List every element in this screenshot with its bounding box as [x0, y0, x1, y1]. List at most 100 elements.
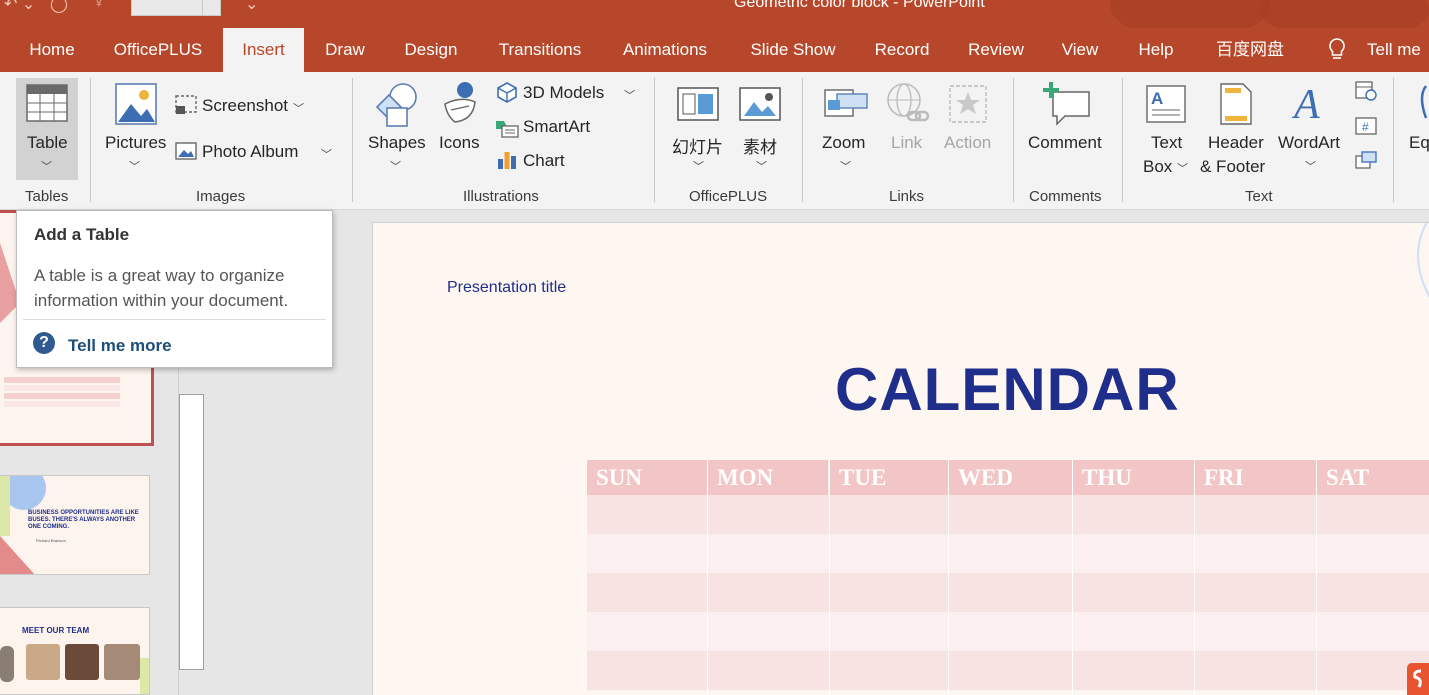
day-header-sun[interactable]: SUN [587, 460, 707, 495]
pictures-button[interactable]: Pictures [105, 133, 166, 153]
tab-home[interactable]: Home [16, 28, 88, 72]
chevron-down-icon: ﹀ [624, 90, 635, 102]
lightbulb-icon[interactable] [1326, 37, 1348, 63]
svg-text:A: A [1292, 82, 1320, 124]
wordart-button[interactable]: WordArt [1278, 133, 1340, 153]
group-label-officeplus: OfficePLUS [689, 188, 768, 205]
customize-qat-icon[interactable]: ⌄ [245, 0, 258, 14]
avatar [0, 646, 14, 682]
table-label: Table [27, 133, 68, 152]
calendar-row[interactable] [587, 651, 1429, 690]
column-divider [1194, 460, 1195, 695]
smartart-button[interactable]: SmartArt [523, 117, 590, 137]
group-label-links: Links [889, 188, 925, 205]
comment-button[interactable]: Comment [1028, 133, 1102, 153]
equation-button[interactable]: Eq [1409, 133, 1429, 153]
text-box-button[interactable]: Text [1151, 133, 1182, 153]
chevron-down-icon: ﹀ [293, 103, 304, 115]
slide-thumbnail-quote[interactable]: BUSINESS OPPORTUNITIES ARE LIKE BUSES. T… [0, 475, 150, 575]
column-divider [707, 460, 708, 695]
tooltip-title: Add a Table [34, 225, 130, 244]
thumbnail-scrollbar-thumb[interactable] [179, 394, 204, 670]
tab-insert[interactable]: Insert [223, 28, 304, 72]
group-label-images: Images [196, 188, 246, 205]
icons-icon [444, 82, 476, 123]
svg-text:#: # [1362, 120, 1369, 134]
chevron-down-icon: ﹀ [390, 161, 401, 173]
day-header-sat[interactable]: SAT [1317, 460, 1429, 495]
tab-record[interactable]: Record [866, 28, 938, 72]
link-button[interactable]: Link [891, 133, 922, 153]
object-icon[interactable] [1354, 150, 1378, 172]
tab-slide-show[interactable]: Slide Show [738, 28, 848, 72]
day-header-thu[interactable]: THU [1073, 460, 1194, 495]
calendar-row[interactable] [587, 573, 1429, 612]
chevron-down-icon: ﹀ [321, 149, 332, 161]
undo-icon[interactable]: ↶ ⌄ [4, 0, 35, 14]
calendar-row[interactable] [587, 534, 1429, 573]
tab-help[interactable]: Help [1128, 28, 1184, 72]
tab-review[interactable]: Review [960, 28, 1032, 72]
ribbon-insert: Table ﹀ Tables Pictures ﹀ Screenshot ﹀ P… [0, 72, 1429, 210]
chart-button[interactable]: Chart [523, 151, 565, 171]
group-label-comments: Comments [1029, 188, 1102, 205]
chevron-down-icon: ﹀ [129, 161, 140, 173]
tab-animations[interactable]: Animations [610, 28, 720, 72]
presenter-icon[interactable]: ♀ [93, 0, 105, 12]
pictures-icon [115, 83, 157, 125]
avatar [26, 644, 60, 680]
day-header-mon[interactable]: MON [708, 460, 828, 495]
comment-icon [1043, 82, 1090, 126]
quote-author: Richard Branson [36, 538, 66, 543]
slide-thumbnail-team[interactable]: MEET OUR TEAM [0, 607, 150, 695]
link-icon [887, 83, 930, 122]
help-icon[interactable]: ? [33, 332, 55, 354]
calendar-heading[interactable]: CALENDAR [835, 355, 1180, 424]
slide-decoration-arc [1417, 223, 1429, 298]
material-button[interactable]: 素材 [743, 133, 777, 158]
column-divider [1072, 460, 1073, 695]
chevron-down-icon: ﹀ [1177, 163, 1188, 175]
day-header-wed[interactable]: WED [949, 460, 1072, 495]
header-footer-button[interactable]: Header [1208, 133, 1264, 153]
group-separator [654, 78, 655, 202]
table-icon [26, 84, 68, 122]
action-button[interactable]: Action [944, 133, 991, 153]
tab-design[interactable]: Design [392, 28, 470, 72]
title-bar-decoration [1110, 0, 1270, 28]
tab-officeplus[interactable]: OfficePLUS [104, 28, 212, 72]
presentation-title[interactable]: Presentation title [447, 279, 566, 297]
header-footer-label-2: & Footer [1200, 157, 1266, 176]
window-title: Geometric color block - PowerPoint [734, 0, 985, 11]
day-header-fri[interactable]: FRI [1195, 460, 1316, 495]
3d-models-button[interactable]: 3D Models [523, 83, 604, 103]
tab-baidu-netdisk[interactable]: 百度网盘 [1205, 28, 1295, 72]
tooltip-body: A table is a great way to organize infor… [34, 266, 289, 310]
shapes-button[interactable]: Shapes [368, 133, 426, 153]
zoom-button[interactable]: Zoom [822, 133, 865, 153]
tab-draw[interactable]: Draw [314, 28, 376, 72]
slides-button[interactable]: 幻灯片 [672, 133, 723, 158]
slides-icon [677, 87, 719, 121]
day-header-tue[interactable]: TUE [830, 460, 948, 495]
text-box-icon: A [1146, 85, 1186, 123]
svg-text:A: A [1151, 89, 1163, 108]
screenshot-button[interactable]: Screenshot [202, 96, 288, 116]
calendar-row[interactable] [587, 612, 1429, 651]
column-divider [829, 460, 830, 695]
calendar-row[interactable] [587, 495, 1429, 534]
chevron-down-icon: ﹀ [1305, 161, 1316, 173]
chevron-down-icon: ﹀ [693, 161, 704, 173]
record-icon[interactable]: ◯ [50, 0, 68, 14]
slide-number-icon[interactable]: # [1354, 116, 1378, 138]
tab-tell-me[interactable]: Tell me [1367, 28, 1429, 72]
date-time-icon[interactable] [1354, 80, 1378, 102]
photo-album-button[interactable]: Photo Album [202, 142, 298, 162]
icons-button[interactable]: Icons [439, 133, 480, 153]
tab-view[interactable]: View [1053, 28, 1107, 72]
tab-transitions[interactable]: Transitions [489, 28, 591, 72]
slide-canvas[interactable]: Presentation title CALENDAR SUN MON TUE … [372, 222, 1429, 695]
shapes-icon [375, 83, 417, 127]
quick-access-combo[interactable] [131, 0, 221, 16]
tell-me-more-link[interactable]: Tell me more [68, 336, 172, 356]
